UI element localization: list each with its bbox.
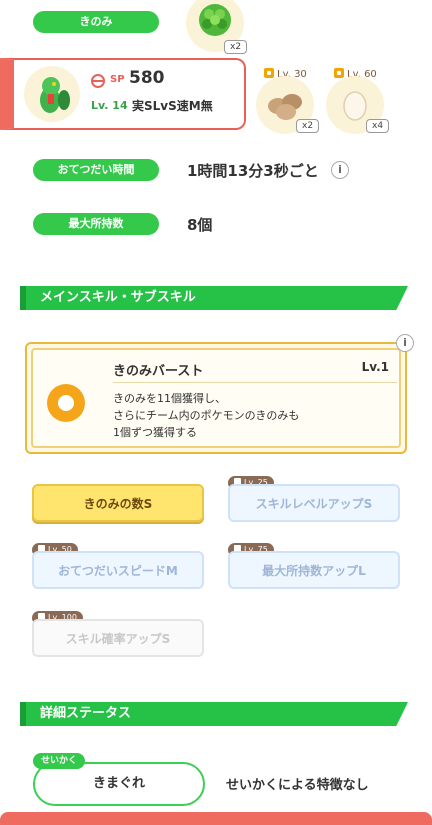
ingredient-2-quantity: x4 [366,119,390,133]
bottom-bar [0,812,432,825]
subskill-helping-speed-m[interactable]: おてつだいスピードM [32,551,204,589]
main-skill-section-title: メインスキル・サブスキル [40,290,196,305]
details-section-title: 詳細ステータス [40,706,132,721]
pokemon-build: 実SLvS速M無 [132,99,213,113]
pokemon-card[interactable]: SP 580 Lv. 14 実SLvS速M無 [0,58,246,130]
main-skill-name: きのみバースト [113,364,204,379]
berry-quantity: x2 [224,40,248,54]
help-time-label: おてつだい時間 [33,159,159,181]
main-skill-info-icon[interactable]: i [396,334,414,352]
subskill-berry-finding-s[interactable]: きのみの数S [32,484,204,522]
max-carry-value: 8個 [187,216,213,234]
details-section-header: 詳細ステータス [20,702,408,726]
berry-label: きのみ [33,11,159,33]
main-skill-level: Lv.1 [361,360,389,374]
subskill-inventory-up-l[interactable]: 最大所持数アップL [228,551,400,589]
sp-icon [91,74,105,88]
main-skill-card[interactable]: きのみバースト Lv.1 きのみを11個獲得し、 さらにチーム内のポケモンのきの… [25,342,407,454]
subskill-skill-trigger-s[interactable]: スキル確率アップS [32,619,204,657]
sp-value: 580 [129,68,165,88]
subskill-skill-level-up-s[interactable]: スキルレベルアップS [228,484,400,522]
main-skill-description: きのみを11個獲得し、 さらにチーム内のポケモンのきのみも 1個ずつ獲得する [113,392,300,439]
max-carry-label: 最大所持数 [33,213,159,235]
main-skill-divider [113,382,397,383]
main-skill-section-header: メインスキル・サブスキル [20,286,408,310]
pokemon-portrait [24,66,80,122]
ingredient-1-quantity: x2 [296,119,320,133]
sp-label: SP [110,74,125,85]
pokemon-level: Lv. 14 [91,99,128,112]
treecko-icon [40,77,70,113]
help-time-value: 1時間13分3秒ごと [187,162,319,180]
berry-burst-icon [47,384,85,422]
nature-tag: せいかく [33,753,86,769]
nature-effect: せいかくによる特徴なし [226,778,369,793]
help-time-info-icon[interactable]: i [331,161,349,179]
